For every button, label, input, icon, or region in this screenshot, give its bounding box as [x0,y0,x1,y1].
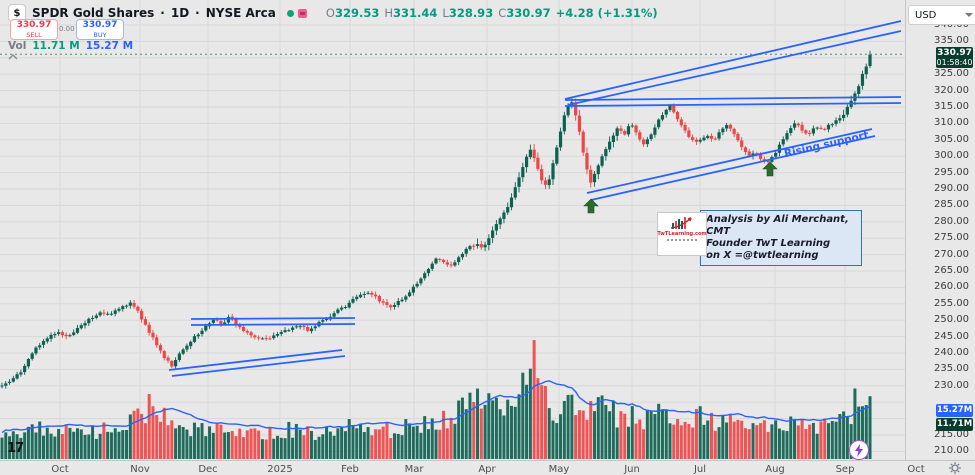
close-value: 330.97 [506,6,550,20]
trading-chart-window: $ SPDR Gold Shares · 1D · NYSE Arca O329… [0,0,975,475]
buy-label: BUY [93,32,106,39]
time-axis-label: 2025 [267,464,292,475]
change-value: +4.28 (+1.31%) [556,6,658,20]
last-price-badge: 330.97 01:58:40 [936,47,973,68]
lightning-boost-button[interactable] [849,440,869,460]
price-axis-label: 235.00 [934,363,969,374]
price-axis-label: 230.00 [934,380,969,391]
symbol-title[interactable]: SPDR Gold Shares [32,6,154,20]
price-axis-label: 295.00 [934,167,969,178]
time-axis-label: Aug [765,464,785,475]
time-axis-label: Apr [478,464,495,475]
price-axis-label: 285.00 [934,199,969,210]
currency-selector[interactable]: USD [908,5,975,25]
collapse-legend-icon[interactable] [7,53,19,61]
logo-tagline [667,239,697,241]
volume-ma-line [2,381,870,433]
price-axis-label: 335.00 [934,35,969,46]
logo-chart-icon [669,215,695,230]
exchange-label: NYSE Arca [206,6,276,20]
ohlc-values: O329.53 H331.44 L328.93 C330.97 +4.28 (+… [326,6,658,20]
open-label: O [326,6,335,20]
logo-text: TwTLearning.com [657,231,706,237]
twt-learning-logo: TwTLearning.com [657,212,707,256]
time-axis-label: Dec [198,464,217,475]
price-axis-label: 315.00 [934,101,969,112]
price-axis-label: 305.00 [934,134,969,145]
time-axis-label: Nov [130,464,150,475]
price-axis-label: 280.00 [934,216,969,227]
trendline[interactable] [568,31,901,105]
separator: · [160,6,165,20]
trendline[interactable] [565,97,901,100]
open-value: 329.53 [335,6,379,20]
notification-icon [298,9,307,18]
volume-current-badge: 11.71M [936,418,973,431]
last-price-value: 330.97 [936,48,973,58]
low-value: 328.93 [449,6,493,20]
volume-average-badge: 15.27M [936,404,973,417]
price-axis-label: 240.00 [934,347,969,358]
spread-value: 0.00 [59,25,75,33]
market-open-dot-icon [287,10,294,17]
time-axis-label: May [549,464,570,475]
time-axis-label: Mar [405,464,424,475]
price-axis-label: 275.00 [934,232,969,243]
time-axis-label: Jun [624,464,640,475]
tradingview-logo[interactable]: 17 [7,441,23,456]
separator: · [195,6,200,20]
trendline[interactable] [191,318,355,319]
price-axis-label: 250.00 [934,314,969,325]
time-axis-label: Oct [51,464,68,475]
high-value: 331.44 [393,6,437,20]
trendline[interactable] [191,324,355,325]
volume-label: Vol [8,40,26,52]
trendline[interactable] [565,21,901,99]
price-axis-label: 245.00 [934,331,969,342]
analysis-text-box[interactable]: Analysis by Ali Merchant, CMT Founder Tw… [700,210,862,266]
price-axis-label: 290.00 [934,183,969,194]
analysis-line: Analysis by Ali Merchant, CMT [706,214,856,238]
buy-price: 330.97 [83,21,118,30]
price-axis-label: 300.00 [934,150,969,161]
up-arrow-marker[interactable] [584,199,598,213]
time-axis-label: Jul [694,464,706,475]
price-axis-label: 260.00 [934,281,969,292]
price-axis-label: 310.00 [934,117,969,128]
volume-bars [1,340,872,459]
interval-label[interactable]: 1D [171,6,189,20]
price-axis-label: 265.00 [934,265,969,276]
analysis-line: Founder TwT Learning [706,238,856,250]
price-axis-label: 270.00 [934,249,969,260]
price-axis-label: 320.00 [934,85,969,96]
sell-button[interactable]: 330.97 SELL [10,19,58,40]
high-label: H [384,6,393,20]
lightning-icon [854,444,864,457]
time-axis[interactable]: Oct Nov Dec 2025 Feb Mar Apr May Jun Jul Aug Sep Oct [0,460,975,475]
sell-label: SELL [26,32,41,39]
sell-price: 330.97 [17,21,52,30]
price-axis-label: 255.00 [934,298,969,309]
analysis-line: on X =@twtlearning [706,250,856,262]
bar-countdown: 01:58:40 [936,58,973,67]
volume-legend[interactable]: Vol 11.71 M 15.27 M [8,40,133,52]
price-axis-label: 325.00 [934,68,969,79]
volume-current-value: 11.71 M [32,40,79,52]
chevron-down-icon [965,13,973,17]
currency-label: USD [915,10,936,21]
volume-average-value: 15.27 M [86,40,133,52]
price-axis[interactable]: 340.00335.00325.00320.00315.00310.00305.… [905,0,975,460]
buy-button[interactable]: 330.97 BUY [76,19,124,40]
time-axis-label: Feb [341,464,359,475]
gear-icon[interactable] [948,461,962,475]
price-axis-label: 210.00 [934,445,969,456]
time-axis-label: Sep [836,464,855,475]
time-axis-label: Oct [907,464,924,475]
market-status-capsule[interactable] [282,6,312,20]
